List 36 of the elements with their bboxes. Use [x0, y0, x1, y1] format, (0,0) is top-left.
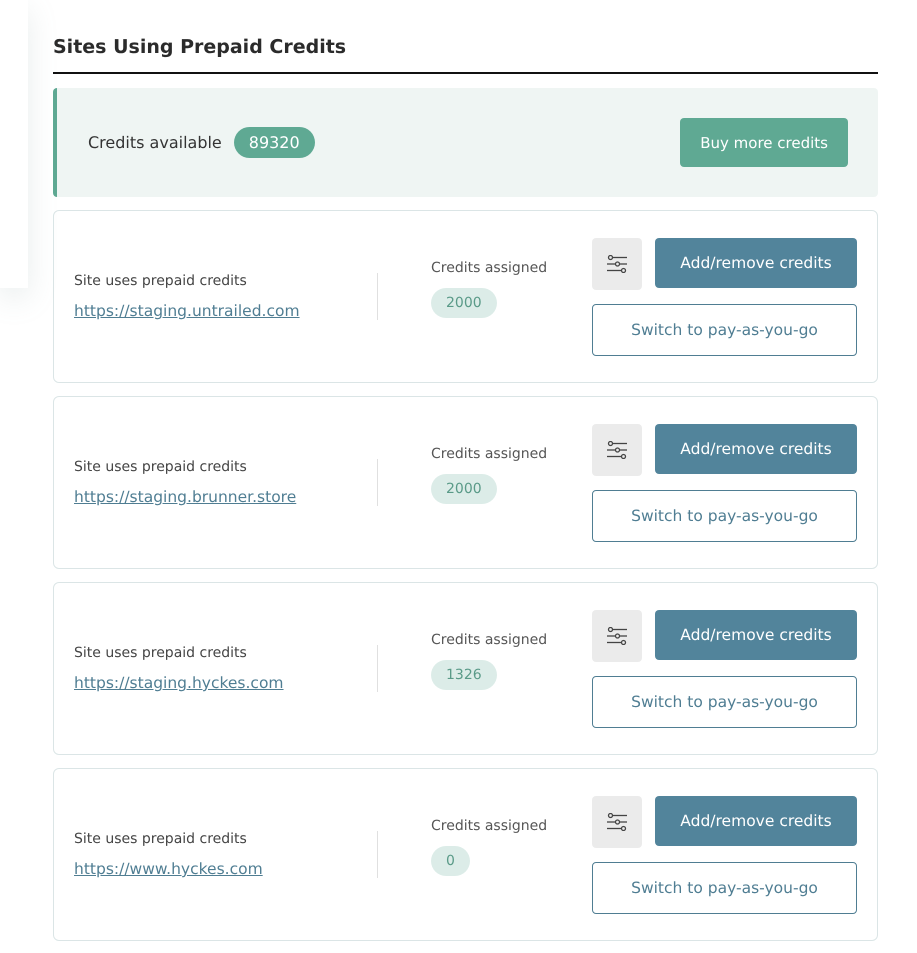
settings-button[interactable] — [592, 610, 642, 662]
switch-plan-button[interactable]: Switch to pay-as-you-go — [592, 304, 857, 356]
credits-assigned-count: 0 — [431, 846, 470, 876]
credits-assigned-label: Credits assigned — [431, 260, 548, 276]
site-link[interactable]: https://staging.hyckes.com — [74, 674, 284, 692]
settings-button[interactable] — [592, 796, 642, 848]
site-status: Site uses prepaid credits — [74, 459, 248, 475]
site-link[interactable]: https://www.hyckes.com — [74, 860, 263, 878]
credits-assigned-label: Credits assigned — [431, 818, 548, 834]
site-link[interactable]: https://staging.brunner.store — [74, 488, 296, 506]
credits-assigned-label: Credits assigned — [431, 446, 548, 462]
settings-button[interactable] — [592, 238, 642, 290]
buy-credits-button[interactable]: Buy more credits — [680, 118, 848, 167]
switch-plan-button[interactable]: Switch to pay-as-you-go — [592, 490, 857, 542]
credits-assigned-count: 2000 — [431, 288, 497, 318]
site-status: Site uses prepaid credits — [74, 273, 248, 289]
switch-plan-button[interactable]: Switch to pay-as-you-go — [592, 862, 857, 914]
credits-assigned-label: Credits assigned — [431, 632, 548, 648]
switch-plan-button[interactable]: Switch to pay-as-you-go — [592, 676, 857, 728]
credits-available-label: Credits available — [88, 133, 222, 152]
settings-button[interactable] — [592, 424, 642, 476]
sliders-icon — [607, 812, 627, 830]
site-status: Site uses prepaid credits — [74, 831, 248, 847]
credits-assigned-count: 1326 — [431, 660, 497, 690]
credits-assigned-count: 2000 — [431, 474, 497, 504]
add-remove-credits-button[interactable]: Add/remove credits — [655, 424, 857, 474]
sliders-icon — [607, 626, 627, 644]
section-title: Sites Using Prepaid Credits — [53, 36, 878, 74]
sliders-icon — [607, 254, 627, 272]
add-remove-credits-button[interactable]: Add/remove credits — [655, 610, 857, 660]
site-link[interactable]: https://staging.untrailed.com — [74, 302, 300, 320]
site-status: Site uses prepaid credits — [74, 645, 248, 661]
add-remove-credits-button[interactable]: Add/remove credits — [655, 796, 857, 846]
credits-count: 89320 — [234, 127, 315, 158]
sliders-icon — [607, 440, 627, 458]
add-remove-credits-button[interactable]: Add/remove credits — [655, 238, 857, 288]
